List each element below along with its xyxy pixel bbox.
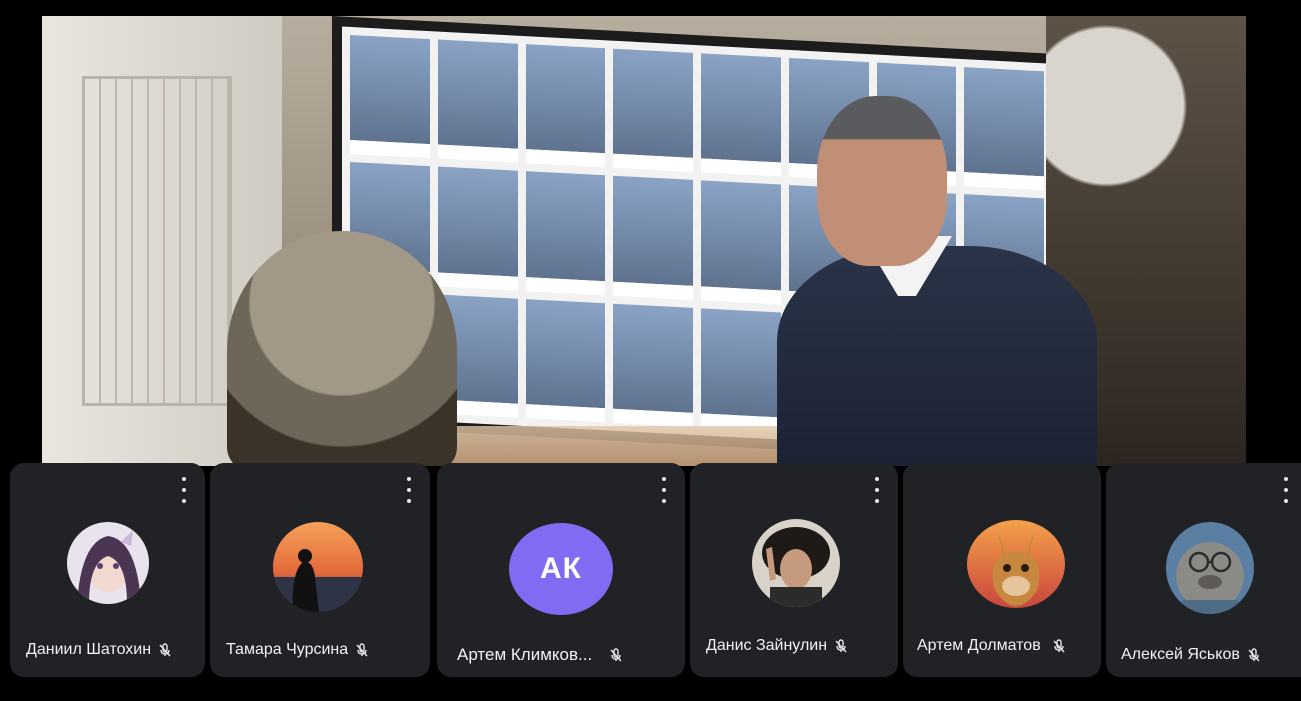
participant-avatar bbox=[752, 519, 840, 607]
video-person-right bbox=[777, 76, 1097, 466]
participant-avatar-initials: АК bbox=[509, 523, 613, 615]
participant-name-row: Тамара Чурсина bbox=[226, 641, 370, 659]
participant-name: Алексей Яськов bbox=[1121, 646, 1240, 663]
participant-tile[interactable]: Артем Долматов bbox=[903, 463, 1101, 677]
mic-off-icon bbox=[833, 638, 849, 654]
mic-off-icon bbox=[608, 647, 624, 663]
participant-name: Даниил Шатохин bbox=[26, 641, 152, 658]
participant-tile[interactable]: Алексей Яськов bbox=[1106, 463, 1301, 677]
more-options-icon[interactable] bbox=[177, 477, 191, 503]
more-options-icon[interactable] bbox=[1279, 477, 1293, 503]
mic-off-icon bbox=[1246, 647, 1262, 663]
participant-name: Данис Зайнулин bbox=[706, 637, 828, 654]
more-options-icon[interactable] bbox=[870, 477, 884, 503]
participant-name-row: Даниил Шатохин bbox=[26, 641, 173, 659]
participant-name-row: Алексей Яськов bbox=[1121, 646, 1262, 664]
more-options-icon[interactable] bbox=[657, 477, 671, 503]
participant-tile[interactable]: Даниил Шатохин bbox=[10, 463, 205, 677]
participant-name: Артем Долматов bbox=[917, 637, 1041, 654]
video-candles bbox=[402, 426, 802, 466]
participant-name-row: Данис Зайнулин bbox=[706, 637, 849, 655]
more-options-icon[interactable] bbox=[402, 477, 416, 503]
video-person-left bbox=[227, 231, 457, 466]
shared-video[interactable] bbox=[42, 16, 1246, 466]
mic-off-icon bbox=[354, 642, 370, 658]
participant-avatar bbox=[273, 522, 363, 612]
participant-avatar bbox=[967, 520, 1065, 608]
mic-off-icon bbox=[1051, 638, 1067, 654]
participant-avatar bbox=[1166, 522, 1254, 614]
participant-avatar bbox=[67, 522, 149, 604]
participant-tile[interactable]: Тамара Чурсина bbox=[210, 463, 430, 677]
participant-name-row: Артем Климков... bbox=[457, 645, 624, 665]
participant-name: Артем Климков... bbox=[457, 645, 593, 664]
participant-tile[interactable]: АК Артем Климков... bbox=[437, 463, 685, 677]
mic-off-icon bbox=[157, 642, 173, 658]
participant-name-row: Артем Долматов bbox=[917, 637, 1067, 655]
participant-name: Тамара Чурсина bbox=[226, 641, 349, 658]
participant-tile[interactable]: Данис Зайнулин bbox=[690, 463, 898, 677]
